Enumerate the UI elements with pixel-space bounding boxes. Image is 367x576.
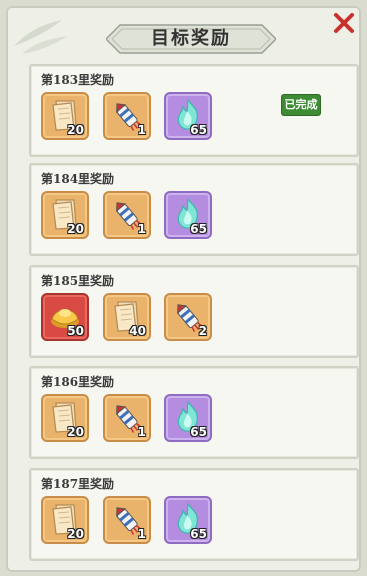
item-quantity: 20 <box>67 222 84 236</box>
item-quantity: 1 <box>137 222 146 236</box>
reward-item-slot[interactable]: 40 <box>103 293 151 341</box>
page-title: 目标奖励 <box>151 28 231 49</box>
item-quantity: 65 <box>190 222 207 236</box>
reward-card-title: 第186里奖励 <box>41 375 115 389</box>
reward-card: 第187里奖励 20 1 65 <box>29 468 359 561</box>
reward-item-slot[interactable]: 50 <box>41 293 89 341</box>
item-quantity: 2 <box>198 324 207 338</box>
item-quantity: 65 <box>190 123 207 137</box>
bamboo-leaf-decoration <box>14 20 68 54</box>
item-quantity: 1 <box>137 527 146 541</box>
reward-panel: 目标奖励 第183里奖励 20 1 65 已完成 第184里奖励 20 1 65… <box>6 6 361 572</box>
reward-card-title: 第187里奖励 <box>41 477 115 491</box>
reward-item-slot[interactable]: 65 <box>164 496 212 544</box>
item-quantity: 1 <box>137 123 146 137</box>
item-quantity: 40 <box>129 324 146 338</box>
reward-card: 第186里奖励 20 1 65 <box>29 366 359 459</box>
close-icon <box>334 13 354 33</box>
reward-item-slot[interactable]: 1 <box>103 394 151 442</box>
reward-item-slot[interactable]: 20 <box>41 496 89 544</box>
reward-item-slot[interactable]: 2 <box>164 293 212 341</box>
reward-item-slot[interactable]: 20 <box>41 394 89 442</box>
reward-card: 第184里奖励 20 1 65 <box>29 163 359 256</box>
reward-card: 第185里奖励 50 40 2 <box>29 265 359 358</box>
item-quantity: 50 <box>67 324 84 338</box>
reward-item-slot[interactable]: 1 <box>103 92 151 140</box>
title-banner: 目标奖励 <box>106 21 276 57</box>
reward-card-title: 第185里奖励 <box>41 274 115 288</box>
item-quantity: 20 <box>67 123 84 137</box>
reward-card-title: 第183里奖励 <box>41 73 115 87</box>
completed-badge: 已完成 <box>281 94 321 116</box>
reward-item-slot[interactable]: 65 <box>164 191 212 239</box>
item-quantity: 65 <box>190 527 207 541</box>
item-quantity: 20 <box>67 527 84 541</box>
close-button[interactable] <box>333 12 355 34</box>
reward-item-slot[interactable]: 1 <box>103 191 151 239</box>
reward-item-slot[interactable]: 65 <box>164 92 212 140</box>
reward-item-slot[interactable]: 1 <box>103 496 151 544</box>
reward-item-slot[interactable]: 20 <box>41 92 89 140</box>
reward-card-title: 第184里奖励 <box>41 172 115 186</box>
reward-item-slot[interactable]: 65 <box>164 394 212 442</box>
item-quantity: 20 <box>67 425 84 439</box>
item-quantity: 65 <box>190 425 207 439</box>
reward-card: 第183里奖励 20 1 65 已完成 <box>29 64 359 157</box>
item-quantity: 1 <box>137 425 146 439</box>
reward-item-slot[interactable]: 20 <box>41 191 89 239</box>
